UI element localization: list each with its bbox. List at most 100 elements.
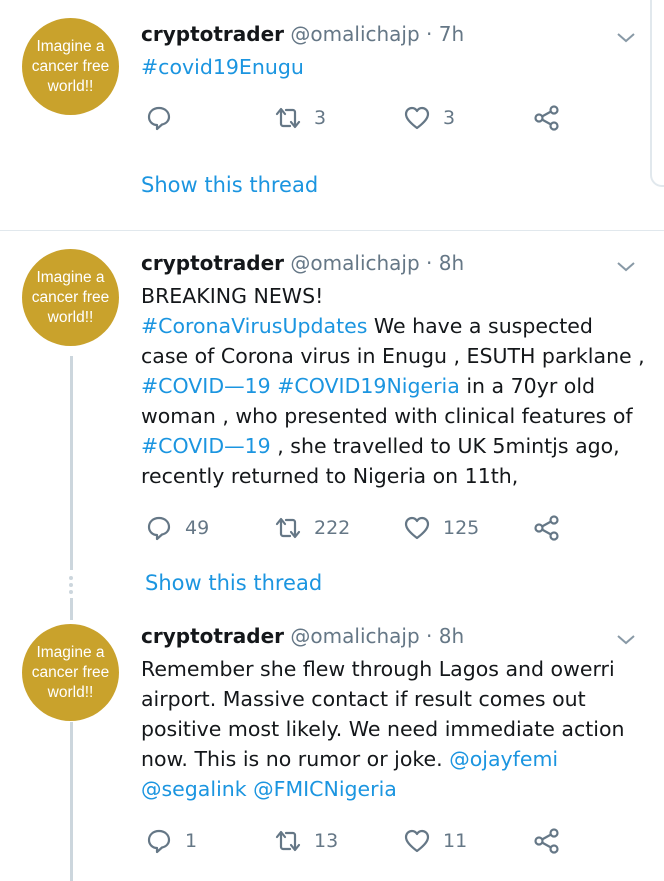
thread-dot xyxy=(69,590,73,594)
tweet-actions: 49 222 125 xyxy=(141,513,581,543)
text-segment: recently returned to Nigeria on 11th, xyxy=(141,464,519,488)
tweet-line: recently returned to Nigeria on 11th, xyxy=(141,461,651,491)
text-segment: We have a suspected xyxy=(367,314,593,338)
text-segment: BREAKING NEWS! xyxy=(141,284,324,308)
avatar-text: Imagine a cancer free world!! xyxy=(31,643,110,701)
like-button[interactable]: 11 xyxy=(403,826,467,856)
share-icon xyxy=(534,828,559,854)
tweet-3[interactable]: Imagine a cancer free world!! cryptotrad… xyxy=(0,612,664,881)
avatar-text: Imagine a cancer free world!! xyxy=(31,268,110,326)
tweet-text: #covid19Enugu xyxy=(141,52,651,82)
text-segment: now. This is no rumor or joke. xyxy=(141,747,450,771)
display-name[interactable]: cryptotrader xyxy=(141,22,284,46)
share-button[interactable] xyxy=(533,826,561,856)
tweet-line: woman , who presented with clinical feat… xyxy=(141,401,651,431)
retweet-icon xyxy=(275,830,301,852)
tweet-line: #covid19Enugu xyxy=(141,52,651,82)
retweet-icon xyxy=(275,517,301,539)
mention-link[interactable]: @segalink xyxy=(141,777,247,801)
like-count: 125 xyxy=(443,517,480,539)
text-segment: case of Corona virus in Enugu , ESUTH pa… xyxy=(141,344,645,368)
reply-count: 1 xyxy=(185,830,198,852)
avatar[interactable]: Imagine a cancer free world!! xyxy=(22,18,119,115)
reply-icon xyxy=(147,106,171,131)
tweet-actions: 3 3 xyxy=(141,103,581,133)
tweet-line: case of Corona virus in Enugu , ESUTH pa… xyxy=(141,341,651,371)
share-icon xyxy=(534,515,559,541)
heart-icon xyxy=(404,106,430,130)
chevron-down-icon[interactable] xyxy=(614,628,638,652)
retweet-button[interactable]: 13 xyxy=(274,826,338,856)
heart-icon xyxy=(404,829,430,853)
avatar-text: Imagine a cancer free world!! xyxy=(31,37,110,95)
show-thread-link[interactable]: Show this thread xyxy=(145,571,322,595)
avatar[interactable]: Imagine a cancer free world!! xyxy=(22,249,119,346)
retweet-count: 3 xyxy=(314,107,327,129)
mention-link[interactable]: @FMICNigeria xyxy=(253,777,397,801)
reply-icon xyxy=(147,829,171,854)
tweet-line: #CoronaVirusUpdates We have a suspected xyxy=(141,311,651,341)
hashtag-link[interactable]: #COVID19Nigeria xyxy=(277,374,460,398)
thread-line xyxy=(70,356,73,570)
retweet-button[interactable]: 222 xyxy=(274,513,350,543)
like-button[interactable]: 3 xyxy=(403,103,455,133)
tweet-actions: 1 13 11 xyxy=(141,826,581,856)
display-name[interactable]: cryptotrader xyxy=(141,251,284,275)
share-icon xyxy=(534,105,559,131)
like-count: 11 xyxy=(443,830,468,852)
text-segment: , she travelled to UK 5mintjs ago, xyxy=(270,434,620,458)
tweet-text: Remember she flew through Lagos and ower… xyxy=(141,654,651,804)
timestamp[interactable]: · 8h xyxy=(426,251,464,275)
thread-dot xyxy=(69,583,73,587)
hashtag-link[interactable]: #covid19Enugu xyxy=(141,55,304,79)
heart-icon xyxy=(404,516,430,540)
mention-link[interactable]: @ojayfemi xyxy=(449,747,558,771)
reply-count: 49 xyxy=(185,517,210,539)
timestamp[interactable]: · 8h xyxy=(426,624,464,648)
reply-button[interactable]: 49 xyxy=(145,513,209,543)
like-button[interactable]: 125 xyxy=(403,513,479,543)
timestamp[interactable]: · 7h xyxy=(426,22,464,46)
chevron-down-icon[interactable] xyxy=(614,26,638,50)
handle[interactable]: @omalichajp xyxy=(290,251,419,275)
text-segment: airport. Massive contact if result comes… xyxy=(141,687,586,711)
like-count: 3 xyxy=(443,107,456,129)
share-button[interactable] xyxy=(533,513,561,543)
hashtag-link[interactable]: #COVID—19 xyxy=(141,374,271,398)
text-segment: positive most likely. We need immediate … xyxy=(141,717,625,741)
tweet-2[interactable]: Imagine a cancer free world!! cryptotrad… xyxy=(0,231,664,611)
tweet-1[interactable]: Imagine a cancer free world!! cryptotrad… xyxy=(0,0,664,230)
text-segment: woman , who presented with clinical feat… xyxy=(141,404,633,428)
retweet-icon xyxy=(275,107,301,129)
reply-button[interactable] xyxy=(145,103,185,133)
avatar[interactable]: Imagine a cancer free world!! xyxy=(22,624,119,721)
tweet-header: cryptotrader @omalichajp · 7h xyxy=(141,21,464,47)
tweet-header: cryptotrader @omalichajp · 8h xyxy=(141,250,464,276)
tweet-line: Remember she flew through Lagos and ower… xyxy=(141,654,651,684)
reply-button[interactable]: 1 xyxy=(145,826,197,856)
handle[interactable]: @omalichajp xyxy=(290,624,419,648)
text-segment: Remember she flew through Lagos and ower… xyxy=(141,657,615,681)
display-name[interactable]: cryptotrader xyxy=(141,624,284,648)
reply-icon xyxy=(147,516,171,541)
retweet-count: 13 xyxy=(314,830,339,852)
handle[interactable]: @omalichajp xyxy=(290,22,419,46)
retweet-button[interactable]: 3 xyxy=(274,103,326,133)
tweet-line: BREAKING NEWS! xyxy=(141,281,651,311)
tweet-line: #COVID—19 , she travelled to UK 5mintjs … xyxy=(141,431,651,461)
show-thread-link[interactable]: Show this thread xyxy=(141,173,318,197)
tweet-line: now. This is no rumor or joke. @ojayfemi xyxy=(141,744,651,774)
tweet-header: cryptotrader @omalichajp · 8h xyxy=(141,623,464,649)
thread-dot xyxy=(69,576,73,580)
text-segment: in a 70yr old xyxy=(459,374,596,398)
chevron-down-icon[interactable] xyxy=(614,255,638,279)
hashtag-link[interactable]: #CoronaVirusUpdates xyxy=(141,314,367,338)
share-button[interactable] xyxy=(533,103,561,133)
hashtag-link[interactable]: #COVID—19 xyxy=(141,434,271,458)
tweet-line: airport. Massive contact if result comes… xyxy=(141,684,651,714)
tweet-line: #COVID—19 #COVID19Nigeria in a 70yr old xyxy=(141,371,651,401)
tweet-line: positive most likely. We need immediate … xyxy=(141,714,651,744)
tweet-text: BREAKING NEWS! #CoronaVirusUpdates We ha… xyxy=(141,281,651,491)
retweet-count: 222 xyxy=(314,517,351,539)
tweet-line: @segalink @FMICNigeria xyxy=(141,774,651,804)
